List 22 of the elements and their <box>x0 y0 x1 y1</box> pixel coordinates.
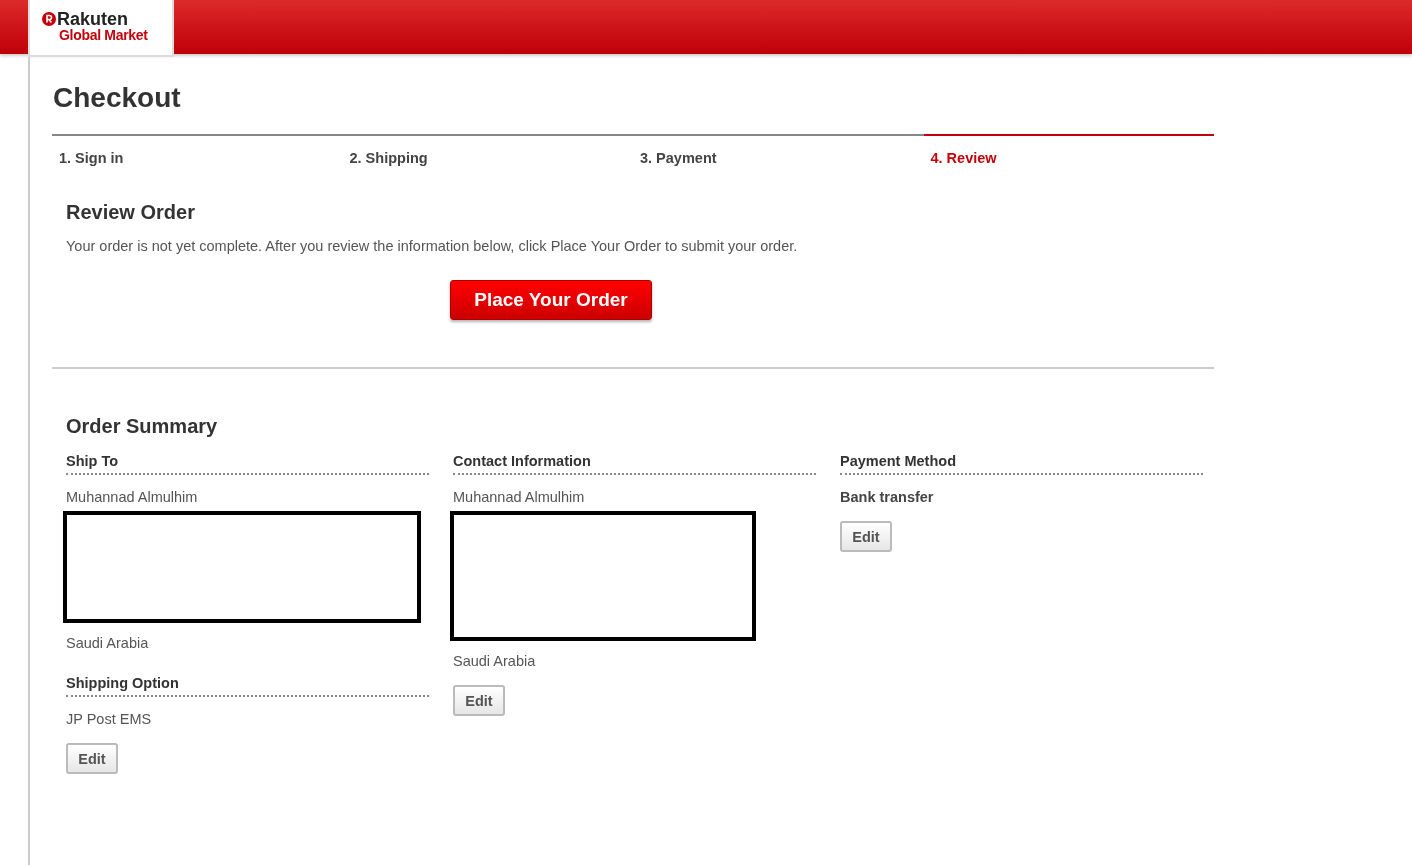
logo-subtext: Global Market <box>59 28 149 43</box>
edit-button[interactable]: Edit <box>453 685 505 716</box>
place-order-button[interactable]: Place Your Order <box>450 280 652 320</box>
logo-text: Rakuten <box>57 10 128 28</box>
subsection-heading: Shipping Option <box>66 675 429 697</box>
page-title: Checkout <box>53 83 182 113</box>
detail-text: JP Post EMS <box>66 711 153 727</box>
logo[interactable]: Rakuten Global Market <box>28 0 174 57</box>
detail-text: Saudi Arabia <box>66 635 150 651</box>
edit-button[interactable]: Edit <box>66 743 118 774</box>
detail-text: Saudi Arabia <box>453 653 537 669</box>
subsection-heading: Payment Method <box>840 453 1203 475</box>
edit-button[interactable]: Edit <box>840 521 892 552</box>
subsection-heading: Contact Information <box>453 453 816 475</box>
subsection-heading: Ship To <box>66 453 429 475</box>
detail-text: Bank transfer <box>840 489 935 505</box>
section-heading: Order Summary <box>66 414 219 438</box>
logo-r-icon <box>42 12 56 26</box>
detail-text: Muhannad Almulhim <box>66 489 199 505</box>
instruction-text: Your order is not yet complete. After you review the information below, click Place Your Order to submit your order. <box>66 238 799 254</box>
detail-text: Muhannad Almulhim <box>453 489 586 505</box>
section-heading: Review Order <box>66 200 196 224</box>
